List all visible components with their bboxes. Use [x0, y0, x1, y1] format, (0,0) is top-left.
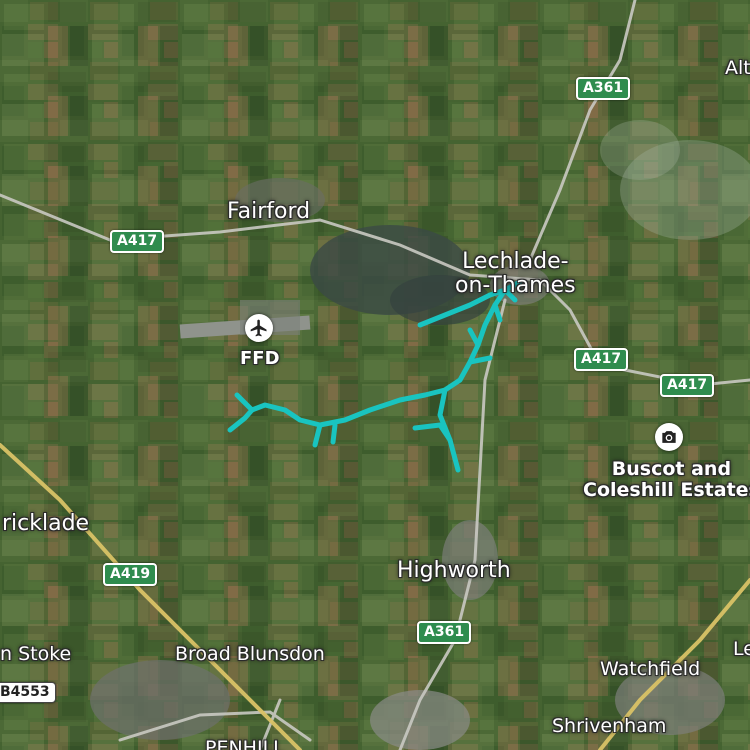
place-label-shrivenham[interactable]: Shrivenham [552, 716, 666, 737]
airplane-icon [250, 319, 267, 337]
road-shield-a419: A419 [103, 563, 158, 586]
place-label-lechlade[interactable]: Lechlade- on-Thames [455, 249, 576, 299]
poi-label-line1: Buscot and [611, 458, 732, 480]
place-label-highworth[interactable]: Highworth [397, 558, 511, 583]
poi-marker-buscot[interactable] [655, 423, 683, 451]
place-label-lechlade-line2: on-Thames [455, 273, 576, 299]
road-shield-a417-east1: A417 [574, 348, 629, 371]
satellite-map[interactable]: Fairford Lechlade- on-Thames Highworth r… [0, 0, 750, 750]
place-label-lechlade-line1: Lechlade- [462, 249, 569, 274]
place-label-watchfield[interactable]: Watchfield [600, 659, 700, 680]
road-shield-a361-south: A361 [417, 621, 472, 644]
camera-icon [662, 431, 676, 443]
road-shield-a417-west: A417 [110, 230, 165, 253]
map-imagery [0, 0, 750, 750]
poi-label-buscot[interactable]: Buscot and Coleshill Estates [583, 459, 750, 501]
place-label-cricklade[interactable]: ricklade [2, 511, 89, 536]
place-label-fairford[interactable]: Fairford [227, 199, 310, 224]
airport-marker[interactable] [245, 314, 273, 342]
place-label-stoke[interactable]: n Stoke [0, 644, 71, 665]
road-shield-a417-east2: A417 [660, 374, 715, 397]
place-label-alt[interactable]: Alt [725, 58, 750, 79]
airport-code-label[interactable]: FFD [240, 348, 280, 369]
road-shield-a361-north: A361 [576, 77, 631, 100]
place-label-penhill[interactable]: PENHILL [205, 738, 284, 750]
place-label-le[interactable]: Le [733, 639, 750, 660]
poi-label-line2: Coleshill Estates [583, 478, 750, 501]
place-label-broad-blunsdon[interactable]: Broad Blunsdon [175, 644, 325, 665]
road-shield-b4553: B4553 [0, 682, 56, 703]
